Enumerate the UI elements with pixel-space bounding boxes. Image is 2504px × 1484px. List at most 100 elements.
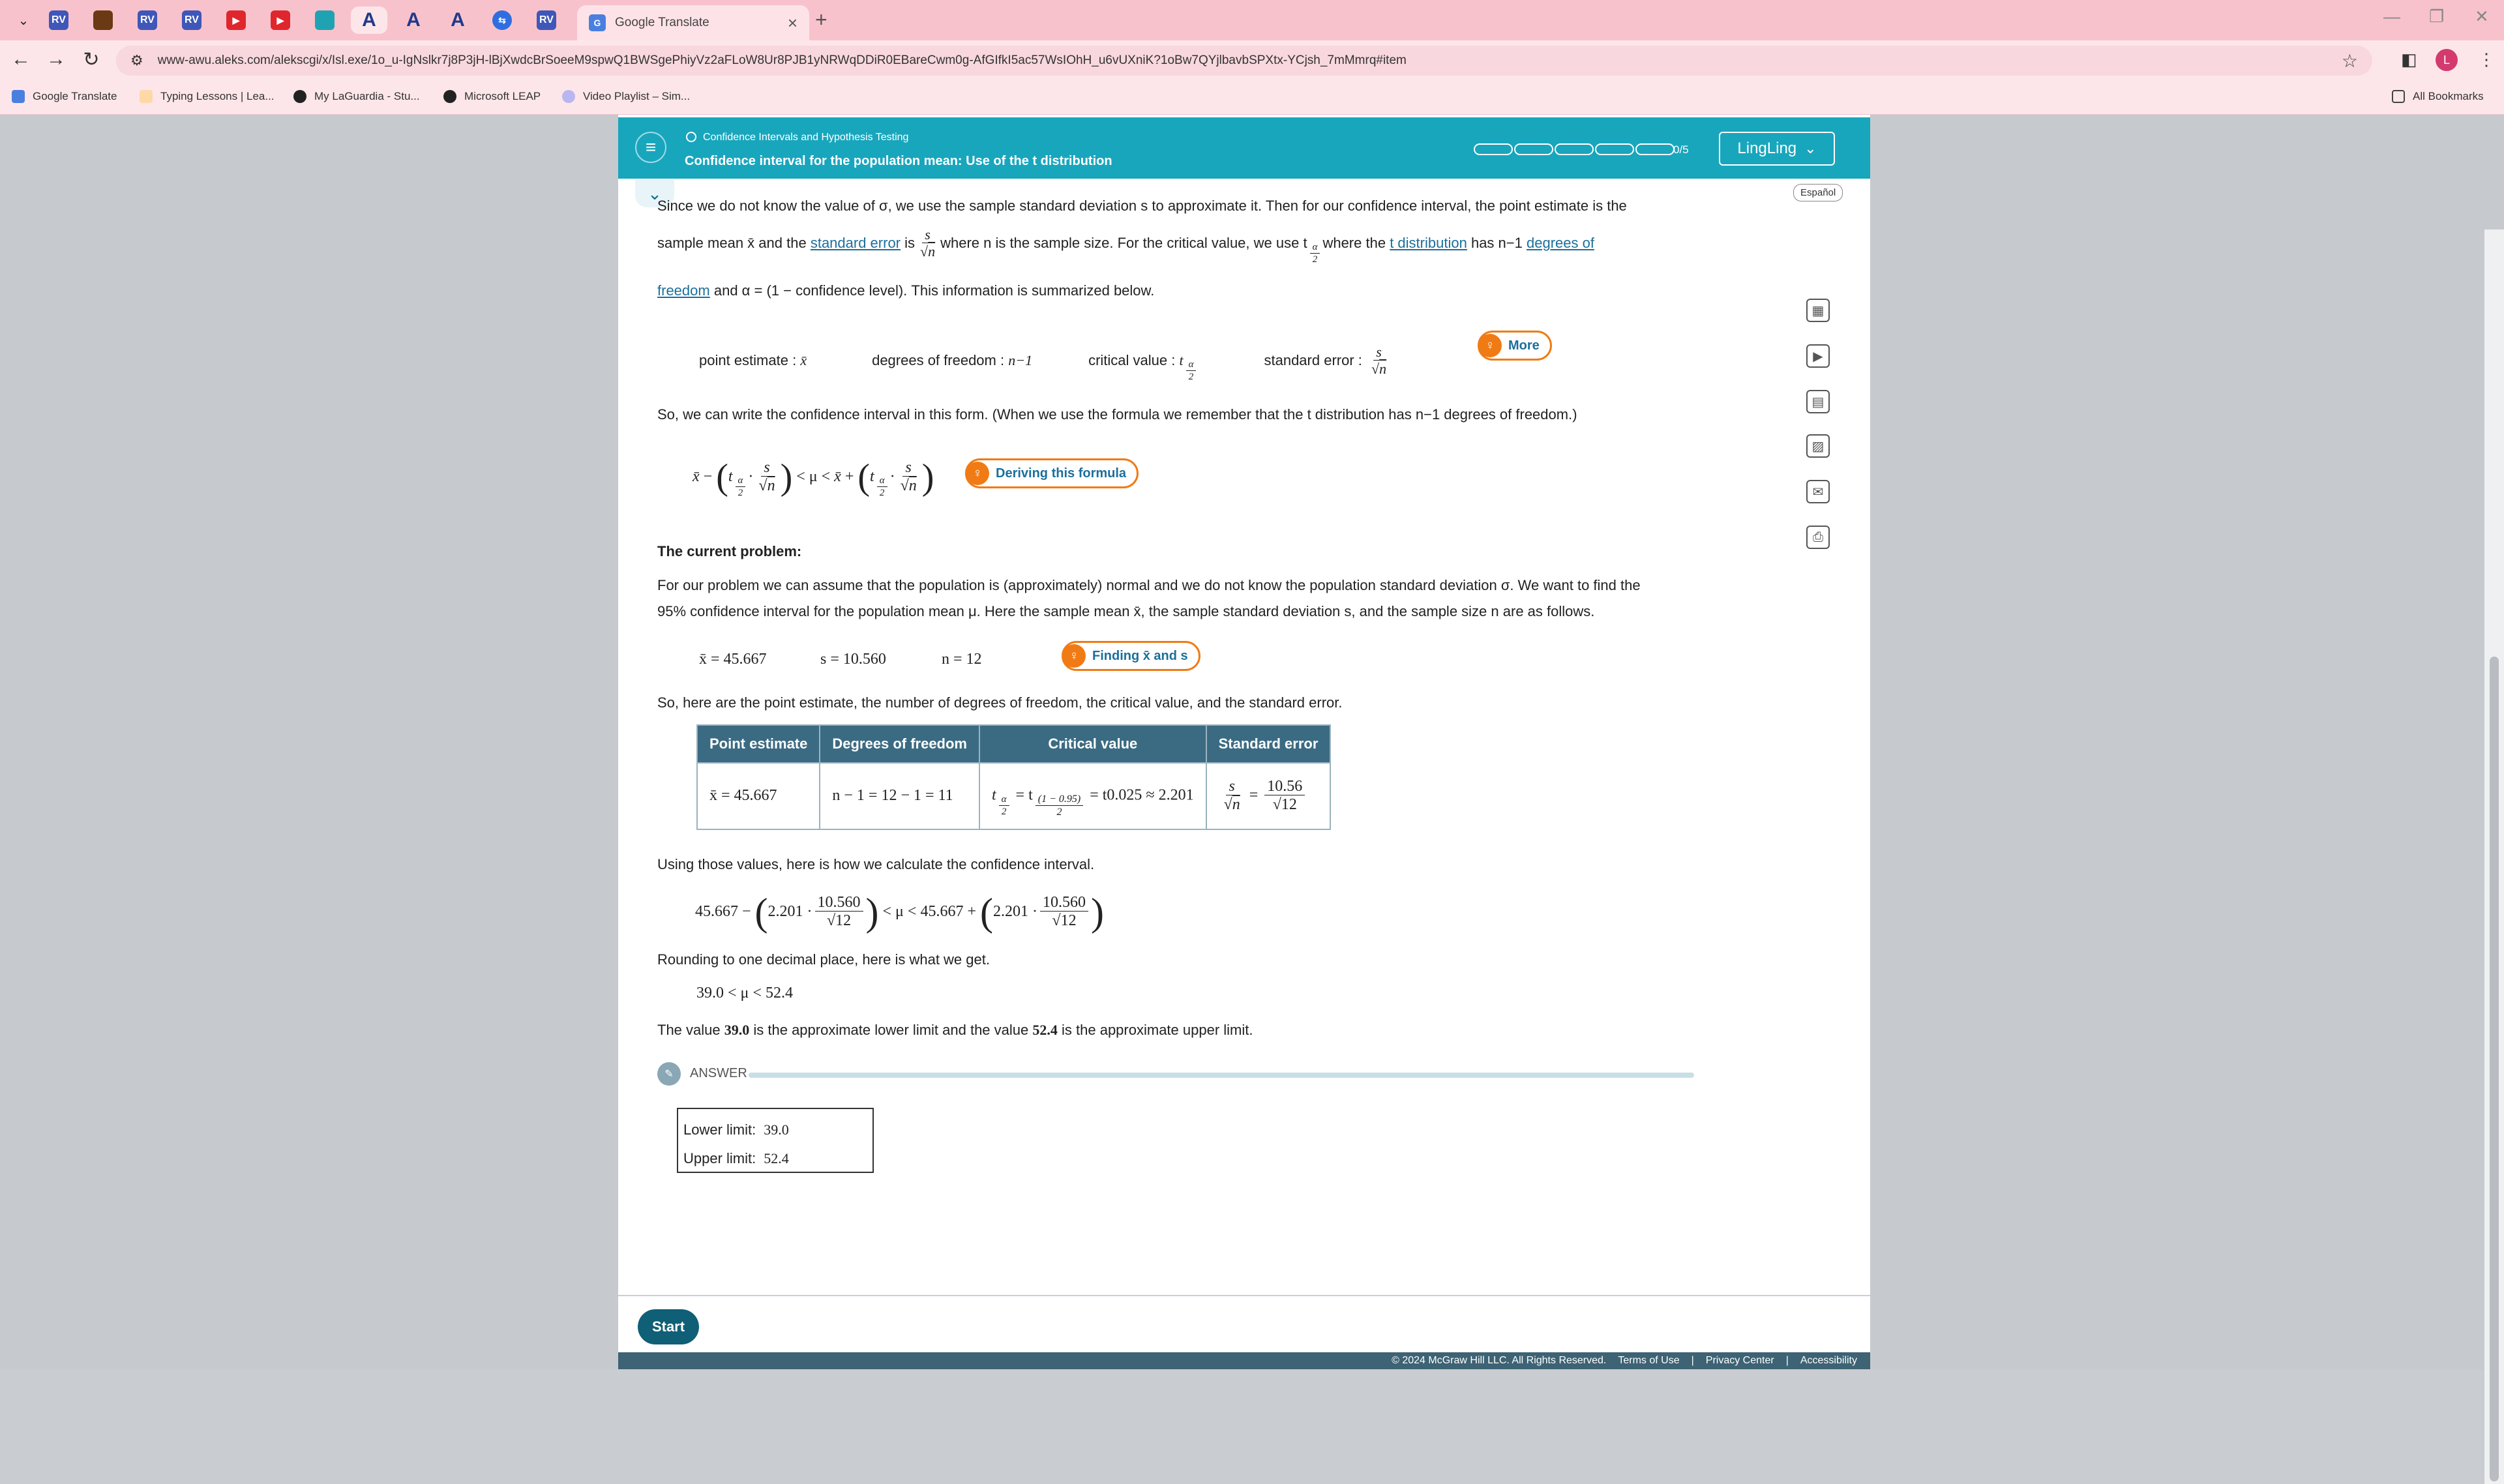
ci-result: 39.0 < μ < 52.4 [696, 985, 793, 1002]
url-field[interactable]: ⚙ www-awu.aleks.com/alekscgi/x/Isl.exe/1… [116, 46, 2372, 76]
answer-bar: ✎ ANSWER [657, 1062, 1694, 1088]
aleks-header: ≡ Confidence Intervals and Hypothesis Te… [618, 117, 1870, 179]
header-degrees-of-freedom: Degrees of freedom [819, 724, 980, 764]
answer-icon: ✎ [657, 1062, 681, 1086]
bookmark-google-translate[interactable]: Google Translate [12, 90, 117, 103]
explanation-paragraph-8: Rounding to one decimal place, here is w… [657, 951, 990, 968]
aleks-lesson-card: ≡ Confidence Intervals and Hypothesis Te… [618, 115, 1870, 1369]
lightbulb-icon: ♀ [966, 462, 989, 485]
alpha-over-2-subscript: α2 [1185, 359, 1197, 383]
degrees-of-freedom-link[interactable]: degrees of [1527, 233, 1594, 254]
start-button[interactable]: Start [638, 1309, 699, 1344]
explanation-paragraph-3: freedom and α = (1 − confidence level). … [657, 282, 1155, 299]
bookmark-video-playlist[interactable]: Video Playlist – Sim... [562, 90, 690, 103]
browser-menu-icon[interactable]: ⋮ [2478, 50, 2495, 70]
minimize-button[interactable]: — [2383, 7, 2400, 27]
aleks-tab-3[interactable]: A [440, 7, 476, 34]
print-icon[interactable]: ⎙ [1806, 526, 1830, 549]
pinned-tab-11[interactable]: ⇆ [484, 7, 520, 34]
progress-segment [1595, 143, 1634, 155]
side-panel-icon[interactable]: ◧ [2401, 50, 2417, 70]
progress-bar [1474, 143, 1676, 155]
table-header-row: Point estimate Degrees of freedom Critic… [696, 724, 1332, 764]
pinned-tab-7[interactable] [306, 7, 343, 34]
accessibility-link[interactable]: Accessibility [1800, 1355, 1857, 1367]
page-scrollbar[interactable] [2484, 230, 2504, 1484]
pinned-tab-4[interactable]: RV [173, 7, 210, 34]
browser-tab-strip: ⌄ RV RV RV ▶ ▶ A A A ⇆ RV G Google Trans… [0, 0, 2504, 40]
header-critical-value: Critical value [979, 724, 1207, 764]
explanation-paragraph-5b: 95% confidence interval for the populati… [657, 603, 1595, 619]
explanation-paragraph-7: Using those values, here is how we calcu… [657, 856, 1095, 872]
topic-circle-icon [686, 132, 696, 142]
pinned-tab-12[interactable]: RV [528, 7, 565, 34]
terms-link[interactable]: Terms of Use [1618, 1355, 1679, 1367]
cell-degrees-of-freedom: n − 1 = 12 − 1 = 11 [819, 762, 980, 830]
mail-icon[interactable]: ✉ [1806, 480, 1830, 503]
table-tool-icon[interactable]: ▤ [1806, 390, 1830, 413]
restore-button[interactable]: ❐ [2429, 7, 2444, 27]
close-tab-icon[interactable]: × [788, 13, 797, 33]
video-icon[interactable]: ▶ [1806, 344, 1830, 368]
lower-limit-row: Lower limit: 39.0 [683, 1121, 789, 1138]
s-over-root-n: s √n [920, 226, 936, 260]
all-bookmarks[interactable]: All Bookmarks [2392, 90, 2484, 103]
google-translate-icon: G [589, 14, 606, 31]
lightbulb-icon: ♀ [1062, 644, 1086, 668]
t-distribution-link[interactable]: t distribution [1390, 233, 1467, 254]
youtube-tab-1[interactable]: ▶ [218, 7, 254, 34]
back-button[interactable]: ← [8, 48, 34, 70]
start-bar: Start [618, 1295, 1870, 1352]
ci-numeric-formula: 45.667 − (2.201 · 10.560 √12) < μ < 45.667… [695, 891, 1104, 934]
progress-segment [1635, 143, 1675, 155]
answer-box: Lower limit: 39.0 Upper limit: 52.4 [677, 1108, 874, 1173]
lower-limit-value: 39.0 [764, 1121, 789, 1138]
more-button[interactable]: ♀ More [1478, 331, 1552, 361]
reload-button[interactable]: ↻ [78, 48, 104, 71]
ci-general-formula: x̄ − (t α 2 · s √n) < μ < x̄ + (t α 2 · s √n) [693, 457, 934, 498]
site-info-icon[interactable]: ⚙ [130, 52, 143, 69]
youtube-tab-2[interactable]: ▶ [262, 7, 299, 34]
privacy-link[interactable]: Privacy Center [1706, 1355, 1774, 1367]
pinned-tab-3[interactable]: RV [129, 7, 166, 34]
subtopic-title: Confidence interval for the population m… [685, 154, 1112, 168]
espanol-button[interactable]: Español [1793, 184, 1843, 201]
table-row: x̄ = 45.667 n − 1 = 12 − 1 = 11 tα2 = t(… [696, 762, 1332, 830]
close-window-button[interactable]: ✕ [2475, 7, 2489, 27]
bookmark-typing-lessons[interactable]: Typing Lessons | Lea... [140, 90, 275, 103]
pinned-tab-1[interactable]: RV [40, 7, 77, 34]
calculator-icon[interactable]: ▦ [1806, 299, 1830, 322]
standard-error-link[interactable]: standard error [811, 233, 901, 254]
profile-avatar[interactable]: L [2436, 49, 2458, 71]
bookmark-star-icon[interactable]: ☆ [2342, 50, 2358, 72]
lightbulb-icon: ♀ [1478, 334, 1502, 357]
user-menu-button[interactable]: LingLing ⌄ [1719, 132, 1835, 166]
bookmarks-bar: Google Translate Typing Lessons | Lea...… [0, 81, 2504, 115]
tab-search-icon[interactable]: ⌄ [5, 7, 42, 34]
bookmark-my-laguardia[interactable]: My LaGuardia - Stu... [293, 90, 420, 103]
explanation-paragraph-5a: For our problem we can assume that the p… [657, 577, 1641, 593]
xbar-symbol: x̄ [800, 352, 807, 369]
bookmark-microsoft-leap[interactable]: Microsoft LEAP [443, 90, 541, 103]
aleks-tab-active[interactable]: A [351, 7, 387, 34]
degrees-of-freedom-link-2[interactable]: freedom [657, 282, 710, 299]
finding-xbar-s-button[interactable]: ♀ Finding x̄ and s [1062, 641, 1200, 671]
menu-icon[interactable]: ≡ [635, 132, 666, 163]
scrollbar-thumb[interactable] [2490, 657, 2499, 1481]
explanation-paragraph-1: Since we do not know the value of σ, we … [657, 198, 1627, 214]
explanation-paragraph-4: So, we can write the confidence interval… [657, 406, 1577, 423]
t-alpha-half: t [1179, 352, 1184, 369]
aleks-tab-2[interactable]: A [395, 7, 432, 34]
explanation-paragraph-9: The value 39.0 is the approximate lower … [657, 1022, 1253, 1038]
xbar-value: x̄ = 45.667 [699, 651, 767, 668]
topic-title: Confidence Intervals and Hypothesis Test… [686, 132, 908, 143]
tab-google-translate[interactable]: G Google Translate × [577, 5, 809, 40]
pinned-tab-2[interactable] [85, 7, 121, 34]
explanation-paragraph-6: So, here are the point estimate, the num… [657, 694, 1343, 711]
current-problem-heading: The current problem: [657, 543, 802, 559]
cell-critical-value: tα2 = t (1 − 0.95) 2 = t0.025 ≈ 2.201 [979, 762, 1207, 830]
forward-button[interactable]: → [43, 48, 69, 70]
textbook-icon[interactable]: ▨ [1806, 434, 1830, 458]
new-tab-button[interactable]: + [815, 8, 827, 32]
deriving-formula-button[interactable]: ♀ Deriving this formula [965, 458, 1139, 488]
